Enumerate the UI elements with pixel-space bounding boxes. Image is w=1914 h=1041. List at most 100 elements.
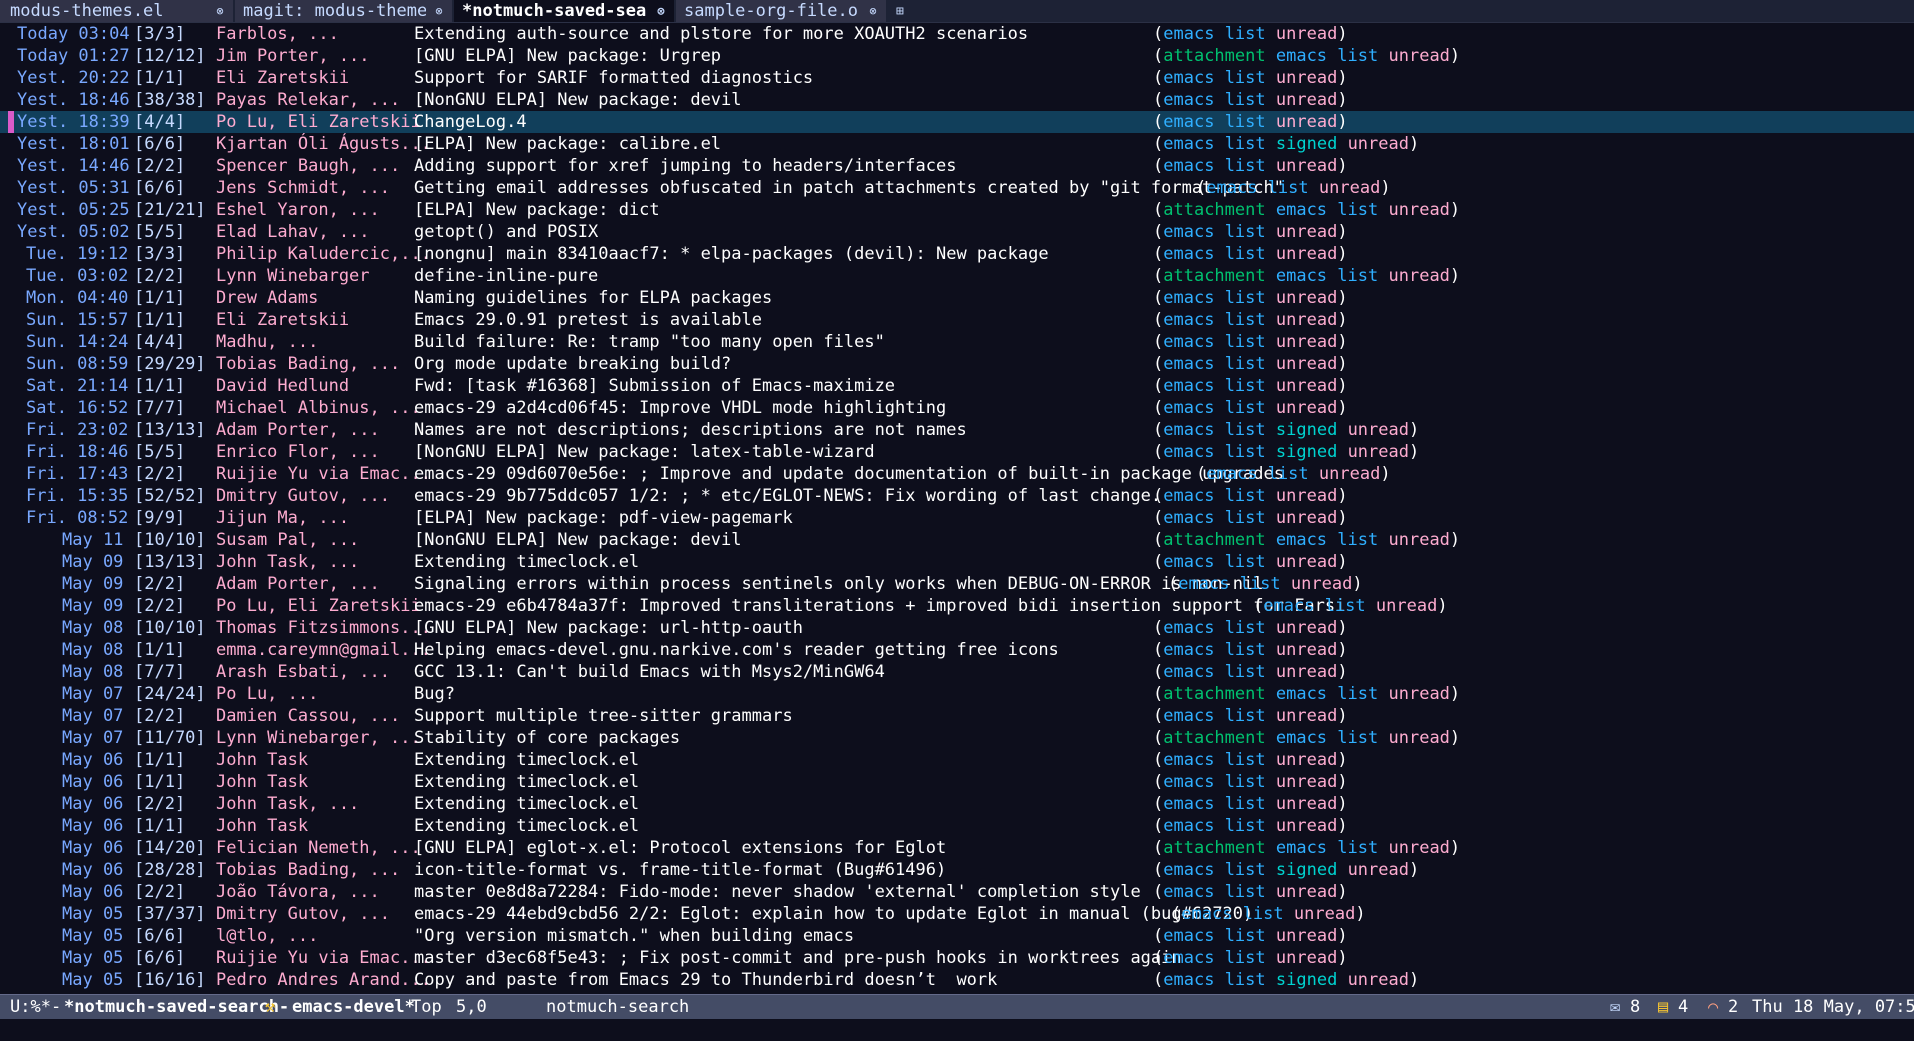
tag-emacs[interactable]: emacs bbox=[1163, 552, 1214, 572]
tag-unread[interactable]: unread bbox=[1276, 750, 1337, 770]
tag-emacs[interactable]: emacs bbox=[1163, 112, 1214, 132]
tag-emacs[interactable]: emacs bbox=[1276, 266, 1327, 286]
tag-signed[interactable]: signed bbox=[1276, 442, 1337, 462]
tag-list[interactable]: list bbox=[1225, 860, 1266, 880]
tag-list[interactable]: list bbox=[1337, 728, 1378, 748]
search-result-row[interactable]: May 07 [24/24] Po Lu, ... Bug? (attachment e… bbox=[0, 683, 1914, 705]
tag-unread[interactable]: unread bbox=[1276, 772, 1337, 792]
tag-unread[interactable]: unread bbox=[1348, 442, 1409, 462]
tag-list[interactable]: list bbox=[1225, 662, 1266, 682]
tag-unread[interactable]: unread bbox=[1276, 794, 1337, 814]
search-result-row[interactable]: Sat. 21:14 [1/1] David Hedlund Fwd: [task #… bbox=[0, 375, 1914, 397]
tag-list[interactable]: list bbox=[1225, 90, 1266, 110]
tag-emacs[interactable]: emacs bbox=[1163, 156, 1214, 176]
tag-emacs[interactable]: emacs bbox=[1163, 772, 1214, 792]
tag-emacs[interactable]: emacs bbox=[1163, 662, 1214, 682]
tag-emacs[interactable]: emacs bbox=[1178, 574, 1229, 594]
tag-list[interactable]: list bbox=[1337, 530, 1378, 550]
tag-emacs[interactable]: emacs bbox=[1276, 530, 1327, 550]
search-result-row[interactable]: May 06 [1/1] John Task Extending timeclock.… bbox=[0, 771, 1914, 793]
tag-emacs[interactable]: emacs bbox=[1163, 310, 1214, 330]
tag-unread[interactable]: unread bbox=[1389, 200, 1450, 220]
tag-unread[interactable]: unread bbox=[1276, 332, 1337, 352]
tag-emacs[interactable]: emacs bbox=[1163, 816, 1214, 836]
search-result-row[interactable]: May 08 [1/1] emma.careymn@gmail... Helping … bbox=[0, 639, 1914, 661]
tag-unread[interactable]: unread bbox=[1389, 530, 1450, 550]
tag-emacs[interactable]: emacs bbox=[1276, 728, 1327, 748]
search-result-row[interactable]: Today 03:04 [3/3] Farblos, ... Extending au… bbox=[0, 23, 1914, 45]
tag-list[interactable]: list bbox=[1225, 398, 1266, 418]
tag-unread[interactable]: unread bbox=[1389, 266, 1450, 286]
tag-emacs[interactable]: emacs bbox=[1163, 882, 1214, 902]
tag-emacs[interactable]: emacs bbox=[1163, 24, 1214, 44]
mode-line-major-mode[interactable]: notmuch-search bbox=[546, 995, 689, 1019]
tag-list[interactable]: list bbox=[1225, 552, 1266, 572]
tag-attachment[interactable]: attachment bbox=[1163, 200, 1265, 220]
tag-list[interactable]: list bbox=[1225, 794, 1266, 814]
tag-emacs[interactable]: emacs bbox=[1276, 46, 1327, 66]
tag-attachment[interactable]: attachment bbox=[1163, 684, 1265, 704]
tag-list[interactable]: list bbox=[1225, 222, 1266, 242]
tag-emacs[interactable]: emacs bbox=[1163, 90, 1214, 110]
tag-list[interactable]: list bbox=[1337, 200, 1378, 220]
search-result-row[interactable]: Fri. 15:35 [52/52] Dmitry Gutov, ... emacs-… bbox=[0, 485, 1914, 507]
tag-emacs[interactable]: emacs bbox=[1276, 684, 1327, 704]
close-icon[interactable]: ⊗ bbox=[426, 0, 452, 22]
tag-list[interactable]: list bbox=[1225, 112, 1266, 132]
search-result-row[interactable]: May 09 [2/2] Po Lu, Eli Zaretskii emacs-29 … bbox=[0, 595, 1914, 617]
search-result-row[interactable]: Sun. 15:57 [1/1] Eli Zaretskii Emacs 29.0.9… bbox=[0, 309, 1914, 331]
tag-unread[interactable]: unread bbox=[1389, 838, 1450, 858]
tag-unread[interactable]: unread bbox=[1276, 640, 1337, 660]
tag-emacs[interactable]: emacs bbox=[1163, 618, 1214, 638]
search-result-row[interactable]: Yest. 14:46 [2/2] Spencer Baugh, ... Adding… bbox=[0, 155, 1914, 177]
search-result-row[interactable]: Sat. 16:52 [7/7] Michael Albinus, ... emacs… bbox=[0, 397, 1914, 419]
tag-unread[interactable]: unread bbox=[1276, 222, 1337, 242]
tag-unread[interactable]: unread bbox=[1276, 112, 1337, 132]
tag-emacs[interactable]: emacs bbox=[1163, 750, 1214, 770]
tag-list[interactable]: list bbox=[1225, 948, 1266, 968]
search-result-row[interactable]: May 08 [10/10] Thomas Fitzsimmons... [GNU E… bbox=[0, 617, 1914, 639]
tag-list[interactable]: list bbox=[1225, 640, 1266, 660]
tag-list[interactable]: list bbox=[1325, 596, 1366, 616]
tag-unread[interactable]: unread bbox=[1348, 860, 1409, 880]
tag-list[interactable]: list bbox=[1225, 706, 1266, 726]
tag-emacs[interactable]: emacs bbox=[1163, 926, 1214, 946]
tag-unread[interactable]: unread bbox=[1319, 464, 1380, 484]
search-result-row[interactable]: May 11 [10/10] Susam Pal, ... [NonGNU ELPA]… bbox=[0, 529, 1914, 551]
search-result-row[interactable]: Yest. 05:31 [6/6] Jens Schmidt, ... Getting… bbox=[0, 177, 1914, 199]
search-result-row[interactable]: Yest. 18:01 [6/6] Kjartan Óli Águsts... [EL… bbox=[0, 133, 1914, 155]
tag-unread[interactable]: unread bbox=[1276, 398, 1337, 418]
tag-list[interactable]: list bbox=[1225, 376, 1266, 396]
tag-list[interactable]: list bbox=[1268, 464, 1309, 484]
echo-area[interactable] bbox=[0, 1019, 1914, 1041]
tag-unread[interactable]: unread bbox=[1276, 926, 1337, 946]
tag-list[interactable]: list bbox=[1225, 970, 1266, 990]
search-result-row[interactable]: Fri. 23:02 [13/13] Adam Porter, ... Names a… bbox=[0, 419, 1914, 441]
tag-list[interactable]: list bbox=[1225, 332, 1266, 352]
close-icon[interactable]: ⊗ bbox=[207, 0, 233, 22]
tag-emacs[interactable]: emacs bbox=[1163, 970, 1214, 990]
tag-unread[interactable]: unread bbox=[1276, 618, 1337, 638]
tag-unread[interactable]: unread bbox=[1291, 574, 1352, 594]
tag-list[interactable]: list bbox=[1337, 46, 1378, 66]
tag-unread[interactable]: unread bbox=[1319, 178, 1380, 198]
tag-unread[interactable]: unread bbox=[1276, 24, 1337, 44]
close-icon[interactable]: ⊗ bbox=[860, 0, 886, 22]
tag-unread[interactable]: unread bbox=[1276, 882, 1337, 902]
search-result-row[interactable]: May 09 [2/2] Adam Porter, ... Signaling err… bbox=[0, 573, 1914, 595]
search-result-row[interactable]: Fri. 18:46 [5/5] Enrico Flor, ... [NonGNU E… bbox=[0, 441, 1914, 463]
search-result-row[interactable]: Yest. 18:46 [38/38] Payas Relekar, ... [Non… bbox=[0, 89, 1914, 111]
search-result-row[interactable]: Tue. 19:12 [3/3] Philip Kaludercic,... [non… bbox=[0, 243, 1914, 265]
search-result-row[interactable]: May 07 [2/2] Damien Cassou, ... Support mul… bbox=[0, 705, 1914, 727]
tag-emacs[interactable]: emacs bbox=[1163, 442, 1214, 462]
tag-list[interactable]: list bbox=[1225, 24, 1266, 44]
tag-signed[interactable]: signed bbox=[1276, 970, 1337, 990]
tag-emacs[interactable]: emacs bbox=[1263, 596, 1314, 616]
tag-unread[interactable]: unread bbox=[1276, 354, 1337, 374]
tag-list[interactable]: list bbox=[1225, 618, 1266, 638]
tag-list[interactable]: list bbox=[1225, 486, 1266, 506]
mode-line-buffer-name[interactable]: *notmuch-saved-search- bbox=[64, 995, 289, 1019]
tag-unread[interactable]: unread bbox=[1276, 310, 1337, 330]
tag-attachment[interactable]: attachment bbox=[1163, 266, 1265, 286]
search-result-row[interactable]: Tue. 03:02 [2/2] Lynn Winebarger define-inl… bbox=[0, 265, 1914, 287]
